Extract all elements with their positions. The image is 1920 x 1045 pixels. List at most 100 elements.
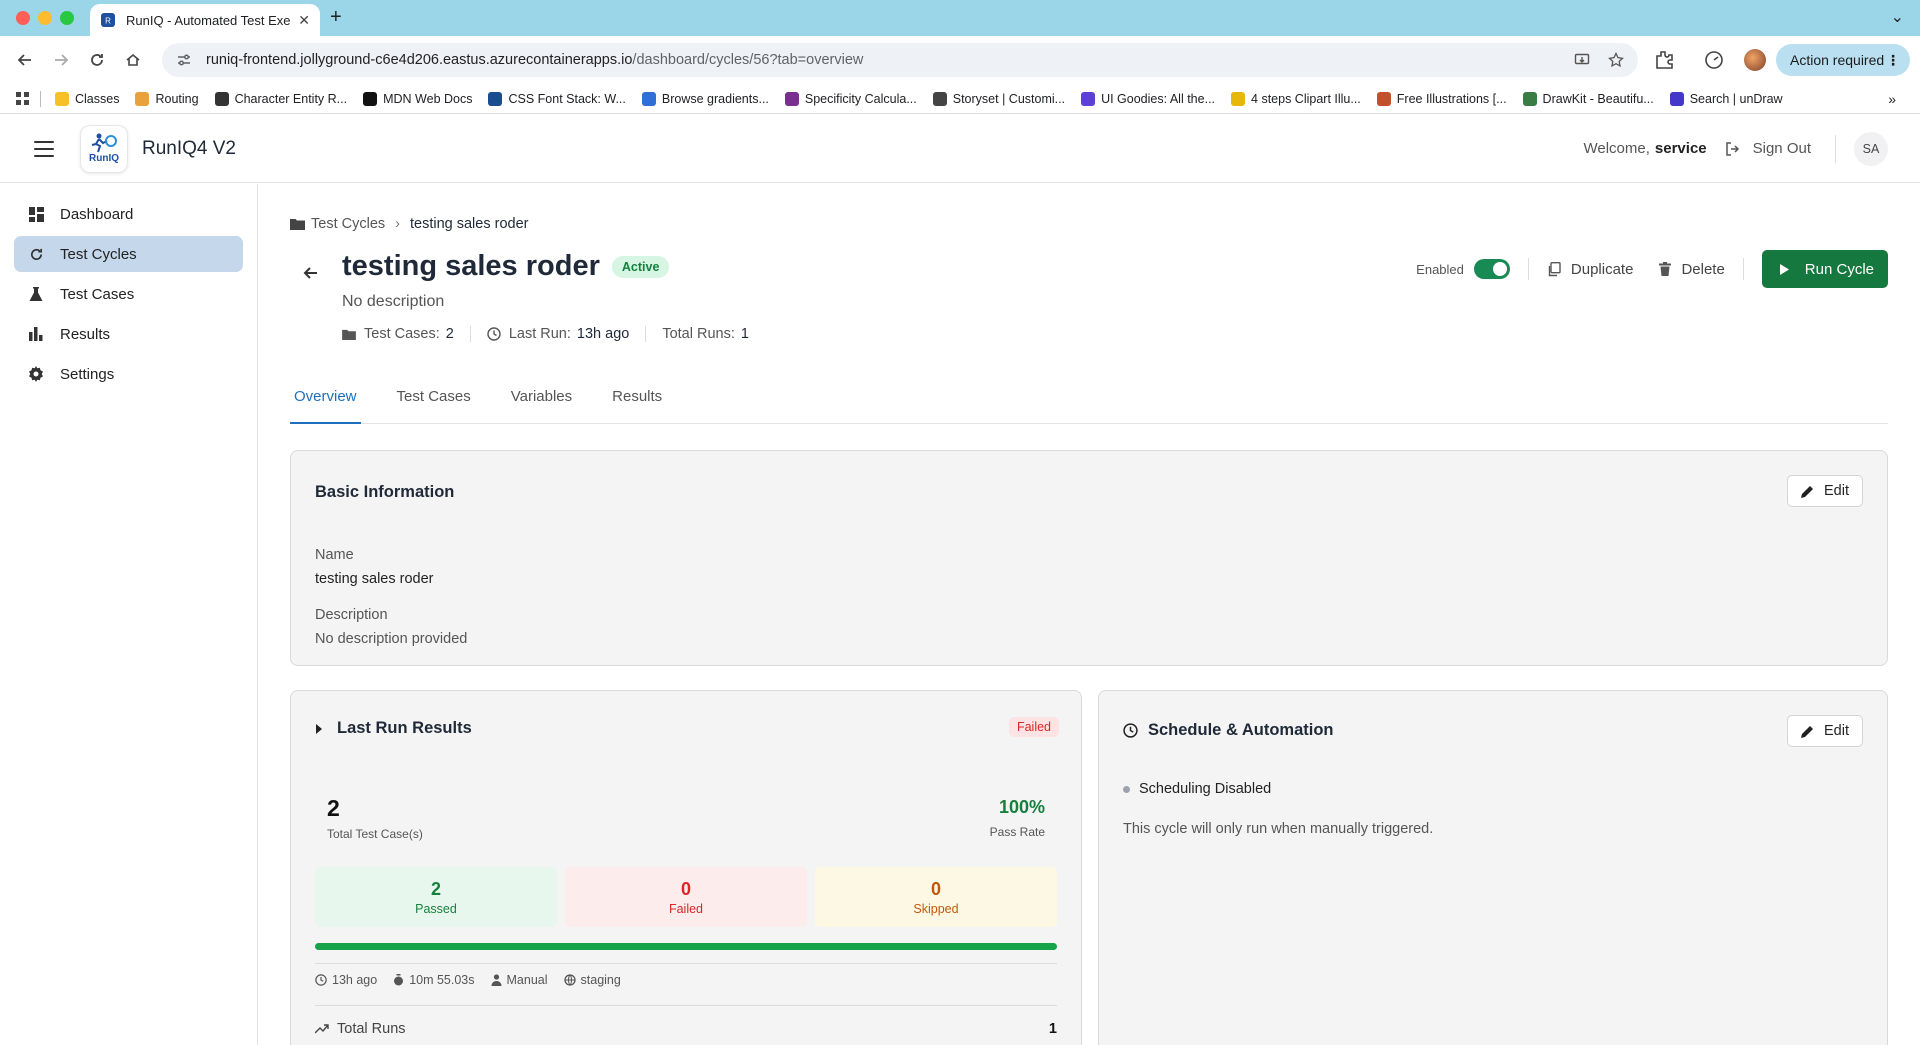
edit-basic-info-button[interactable]: Edit [1787,475,1863,507]
address-bar[interactable]: runiq-frontend.jollyground-c6e4d206.east… [162,43,1638,77]
breadcrumb-parent-link[interactable]: Test Cycles [311,216,385,232]
menu-icon[interactable] [34,140,54,157]
title-row: testing sales roder Active [342,250,670,283]
name-value: testing sales roder [315,571,434,587]
maximize-window-button[interactable] [60,11,74,25]
tab-variables[interactable]: Variables [507,384,576,424]
close-window-button[interactable] [16,11,30,25]
action-required-button[interactable]: Action required ⋮ [1776,44,1910,76]
bookmark-favicon-icon [932,91,947,106]
more-bookmarks-icon[interactable]: » [1888,91,1896,107]
run-cycle-label: Run Cycle [1804,260,1874,278]
user-avatar[interactable]: SA [1854,131,1888,166]
run-environment: staging [580,973,621,987]
edit-schedule-button[interactable]: Edit [1787,715,1863,747]
bookmark-item[interactable]: MDN Web Docs [363,91,473,106]
run-cycle-button[interactable]: Run Cycle [1761,250,1888,288]
scheduling-status-label: Scheduling Disabled [1139,781,1272,797]
performance-icon[interactable] [1702,48,1726,72]
close-tab-icon[interactable]: ✕ [298,12,310,29]
enabled-label: Enabled [1416,261,1464,277]
apps-grid-icon[interactable] [16,91,30,106]
bookmark-favicon-icon [1376,91,1391,106]
bookmark-item[interactable]: 4 steps Clipart Illu... [1231,91,1361,106]
url-host: runiq-frontend.jollyground-c6e4d206.east… [206,52,633,68]
bookmark-favicon-icon [55,91,69,106]
bookmark-item[interactable]: Browse gradients... [641,91,769,106]
bookmark-label: Specificity Calcula... [804,91,917,106]
install-app-icon[interactable] [1574,52,1590,68]
bookmark-item[interactable]: Routing [135,91,199,106]
delete-button[interactable]: Delete [1659,261,1725,278]
logo-text: RunIQ [89,153,119,164]
sidebar-item-label: Test Cycles [60,245,137,263]
bookmark-item[interactable]: Character Entity R... [214,91,347,106]
run-trigger: Manual [506,973,548,987]
tab-results[interactable]: Results [608,384,666,424]
bookmark-item[interactable]: Free Illustrations [... [1376,91,1507,106]
sidebar-item-label: Test Cases [60,285,135,303]
bookmark-favicon-icon [784,91,799,106]
bookmark-label: MDN Web Docs [383,91,473,106]
bookmark-item[interactable]: Classes [55,91,119,106]
bookmark-favicon-icon [135,91,150,106]
bookmark-favicon-icon [1081,91,1096,106]
bookmark-label: 4 steps Clipart Illu... [1251,91,1361,106]
last-run-header[interactable]: Last Run Results [315,719,472,738]
page-title: testing sales roder [342,250,600,282]
description-value: No description provided [315,631,468,647]
sidebar-item-results[interactable]: Results [14,316,243,352]
reload-icon[interactable] [86,49,108,71]
sidebar-item-test-cases[interactable]: Test Cases [14,276,243,312]
bookmark-item[interactable]: UI Goodies: All the... [1081,91,1215,106]
dashboard-icon [28,206,44,222]
bookmark-item[interactable]: CSS Font Stack: W... [488,91,626,106]
runner-logo-icon [91,133,117,153]
sign-out-button[interactable]: Sign Out [1725,140,1811,157]
trending-up-icon [315,1024,329,1034]
bookmark-label: Storyset | Customi... [952,91,1066,106]
back-nav-icon[interactable] [14,49,36,71]
test-cases-count: 2 [445,326,454,342]
profile-avatar[interactable] [1744,49,1766,71]
site-settings-icon[interactable] [176,52,192,68]
bookmark-item[interactable]: Specificity Calcula... [784,91,917,106]
extensions-icon[interactable] [1652,48,1676,72]
total-runs-label: Total Runs [337,1021,406,1037]
pass-rate-label: Pass Rate [989,825,1045,839]
url-path: /dashboard/cycles/56?tab=overview [632,52,864,68]
new-tab-button[interactable]: + [330,6,342,29]
tab-test-cases[interactable]: Test Cases [393,384,475,424]
back-arrow-icon[interactable] [302,264,320,282]
clock-icon [487,327,501,341]
duplicate-button[interactable]: Duplicate [1547,261,1633,278]
pass-progress-bar [315,943,1057,950]
browser-toolbar: runiq-frontend.jollyground-c6e4d206.east… [0,36,1920,84]
status-badge: Active [611,255,670,278]
runiq-favicon-icon: R [101,13,115,27]
sidebar-item-test-cycles[interactable]: Test Cycles [14,236,243,272]
bookmark-star-icon[interactable] [1608,52,1624,68]
minimize-window-button[interactable] [38,11,52,25]
tab-overview[interactable]: Overview [290,384,361,424]
bookmark-item[interactable]: DrawKit - Beautifu... [1522,91,1654,106]
bookmark-item[interactable]: Search | unDraw [1669,91,1783,106]
sidebar-item-label: Dashboard [60,205,134,223]
browser-tab[interactable]: R RunIQ - Automated Test Exec ✕ [90,4,320,36]
enabled-toggle[interactable] [1473,259,1510,279]
bookmark-item[interactable]: Storyset | Customi... [932,91,1066,106]
forward-nav-icon[interactable] [50,49,72,71]
sidebar-item-settings[interactable]: Settings [14,356,243,392]
more-menu-icon[interactable]: ⋮ [1886,52,1900,69]
sidebar-item-label: Settings [60,365,115,383]
total-runs-label: Total Runs: [662,326,735,342]
skipped-stat: 0 Skipped [815,867,1057,927]
bookmark-favicon-icon [1522,91,1537,106]
home-icon[interactable] [122,49,144,71]
tab-search-icon[interactable]: ⌄ [1891,7,1904,27]
bookmark-label: DrawKit - Beautifu... [1542,91,1654,106]
trash-icon [1659,262,1672,276]
sidebar-item-dashboard[interactable]: Dashboard [14,196,243,232]
name-label: Name [315,547,354,563]
page-tabs: Overview Test Cases Variables Results [290,384,1888,424]
